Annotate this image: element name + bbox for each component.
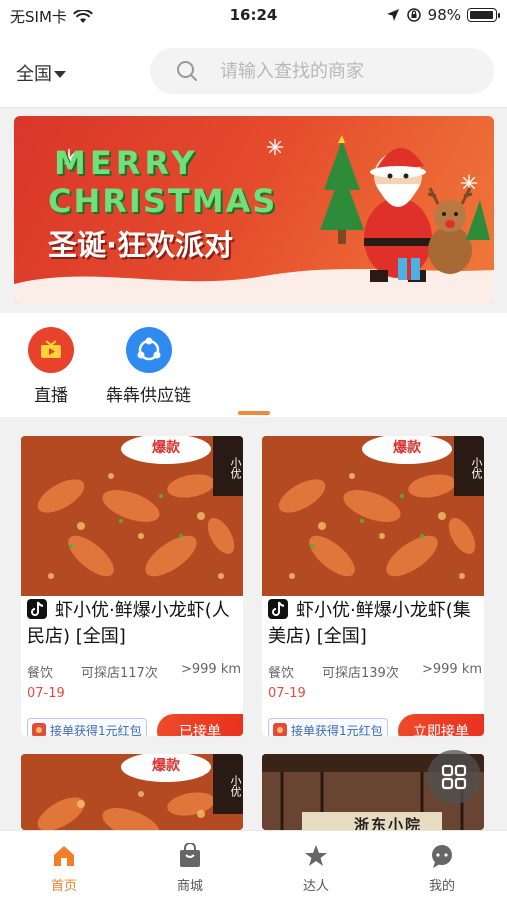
tab-label: 首页: [50, 879, 77, 894]
tab-label: 我的: [428, 879, 455, 894]
tab-mine[interactable]: 我的: [402, 843, 482, 894]
battery-percent: 98%: [427, 6, 461, 24]
banner-title-christmas: CHRISTMAS: [48, 182, 278, 220]
top-header: 全国: [0, 32, 507, 108]
category-label: 直播: [34, 386, 68, 406]
banner-subtitle: 圣诞·狂欢派对: [48, 228, 234, 262]
promo-text: 接单获得1元红包: [50, 723, 142, 737]
tab-talent[interactable]: 达人: [276, 843, 356, 894]
date-label: 07-19: [268, 686, 306, 701]
merchant-card[interactable]: 爆款 小优 虾小优·鲜爆小龙虾(集美店) [全国] 餐饮 可探店139次 >99…: [262, 436, 484, 736]
douyin-icon: [27, 599, 47, 619]
red-packet-icon: [273, 723, 287, 736]
category-tag: 餐饮: [27, 666, 54, 681]
visit-count: 可探店139次: [322, 666, 399, 681]
crayfish-image: 爆款 小优: [21, 436, 243, 596]
snowflake-icon: [266, 138, 284, 156]
star-icon: [305, 845, 327, 866]
merchant-title: 虾小优·鲜爆小龙虾(集美店) [全国]: [268, 598, 480, 650]
visit-count: 可探店117次: [81, 666, 158, 681]
search-bar[interactable]: [150, 48, 494, 94]
distance: >999 km: [422, 662, 483, 677]
shopping-bag-icon: [180, 843, 200, 867]
grid-menu-button[interactable]: [427, 750, 481, 804]
caret-down-icon: [54, 70, 66, 78]
location-arrow-icon: [386, 9, 399, 21]
date-label: 07-19: [27, 686, 65, 701]
home-icon: [54, 846, 74, 866]
shop-sign: 浙东小院: [354, 816, 423, 830]
crayfish-image: 爆款 小优: [262, 436, 484, 596]
crayfish-image: 爆款 小优: [21, 754, 243, 830]
region-label: 全国: [16, 64, 52, 85]
merchant-title-text: 虾小优·鲜爆小龙虾(集美店) [全国]: [268, 600, 471, 647]
douyin-icon: [268, 599, 288, 619]
chat-bubble-icon: [432, 845, 452, 868]
category-supply-chain[interactable]: 犇犇供应链: [106, 327, 191, 406]
merchant-title: 虾小优·鲜爆小龙虾(人民店) [全国]: [27, 598, 239, 650]
card-body: 虾小优·鲜爆小龙虾(集美店) [全国] 餐饮 可探店139次 >999 km 0…: [262, 596, 484, 736]
shop-strip: 小优: [213, 754, 243, 814]
accepted-button[interactable]: 已接单: [157, 714, 243, 736]
banner-section: MERRY CHRISTMAS 圣诞·狂欢派对: [0, 108, 507, 313]
search-input[interactable]: [220, 60, 470, 82]
shop-strip: 小优: [454, 436, 484, 496]
bottom-tab-bar: 首页 商城 达人 我的: [0, 830, 507, 900]
category-row: 直播 犇犇供应链: [0, 313, 507, 417]
category-tag: 餐饮: [268, 666, 295, 681]
merchant-card[interactable]: 爆款 小优: [21, 754, 243, 830]
category-label: 犇犇供应链: [106, 386, 191, 406]
promo-tag: 接单获得1元红包: [27, 718, 147, 736]
red-packet-icon: [32, 723, 46, 736]
tab-label: 商城: [176, 879, 203, 894]
santa-illustration: [320, 135, 490, 282]
grid-icon: [441, 764, 467, 790]
category-live[interactable]: 直播: [28, 327, 74, 406]
promo-tag: 接单获得1元红包: [268, 718, 388, 736]
page-indicator: [238, 411, 270, 415]
promo-text: 接单获得1元红包: [291, 723, 383, 737]
tab-label: 达人: [302, 879, 329, 894]
region-selector[interactable]: 全国: [16, 60, 66, 86]
merchant-title-text: 虾小优·鲜爆小龙虾(人民店) [全国]: [27, 600, 230, 647]
orientation-lock-icon: [406, 8, 421, 22]
battery-icon: [467, 8, 500, 22]
distance: >999 km: [181, 662, 242, 677]
card-body: 虾小优·鲜爆小龙虾(人民店) [全国] 餐饮 可探店117次 >999 km 0…: [21, 596, 243, 736]
tab-mall[interactable]: 商城: [150, 843, 230, 894]
status-icons: 98%: [386, 6, 500, 24]
tv-icon: [28, 327, 74, 373]
christmas-banner[interactable]: MERRY CHRISTMAS 圣诞·狂欢派对: [14, 116, 494, 304]
banner-title-merry: MERRY: [54, 144, 199, 182]
accept-order-button[interactable]: 立即接单: [398, 714, 484, 736]
shop-strip: 小优: [213, 436, 243, 496]
merchant-card[interactable]: 爆款 小优 虾小优·鲜爆小龙虾(人民店) [全国] 餐饮 可探店117次 >99…: [21, 436, 243, 736]
tab-home[interactable]: 首页: [24, 843, 104, 894]
status-bar: 无SIM卡 16:24 98%: [0, 0, 507, 32]
search-icon: [177, 61, 197, 81]
network-icon: [125, 327, 172, 373]
